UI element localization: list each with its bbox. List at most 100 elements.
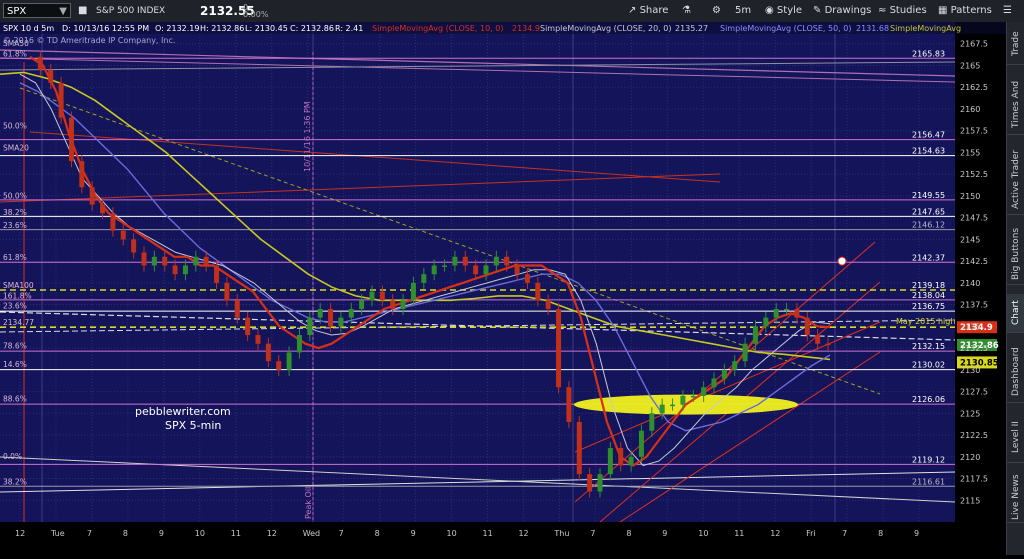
studies-button[interactable]: ≈ Studies [878,3,927,19]
x-tick-label: 12 [267,529,277,538]
price-chart[interactable]: 10/11/16 1:36 PM Peak Oil 2165.83 2156.47 21… [0,22,1006,555]
fib-label: 38.2% [3,208,27,217]
patterns-button[interactable]: ▦ Patterns [938,3,992,19]
candle-body [473,265,479,275]
header-symbol: SPX 10 d 5m [3,24,54,33]
candle-body [400,300,406,309]
settings-icon[interactable]: ⚙ [712,3,721,19]
symbol-input[interactable]: SPX ▼ [3,3,71,18]
candle-body [245,317,251,336]
x-tick-label: 8 [123,529,128,538]
may-2015-high-label: May 2015 high [896,317,955,326]
header-range: R: 2.41 [335,24,363,33]
level-label: 2165.83 [912,49,945,58]
candle-body [359,300,365,309]
x-tick-label: 10 [447,529,457,538]
candle-body [742,343,748,362]
candle-body [784,308,790,311]
change-percent: 0.00% [243,10,269,19]
side-tab-live-news[interactable]: Live News [1007,472,1024,523]
fib-label: 88.6% [3,395,27,404]
marker-dot [837,256,847,266]
sma20-legend: SimpleMovingAvg (CLOSE, 20, 0) [540,24,671,33]
side-tab-chart[interactable]: Chart [1007,294,1024,333]
candle-body [442,265,448,267]
share-button[interactable]: ↗ Share [628,3,668,19]
candle-body [307,317,313,336]
side-tab-dashboard[interactable]: Dashboard [1007,342,1024,403]
candle-body [659,404,665,414]
fib-label: 50.0% [3,122,27,131]
sma100-legend: SimpleMovingAvg [890,24,961,33]
fib-label: 23.6% [3,221,27,230]
candle-body [794,308,800,318]
candle-body [286,352,292,370]
candle-body [670,404,676,407]
x-tick-label: 8 [878,529,883,538]
side-tab-times-and-sales[interactable]: Times And Sales [1007,74,1024,135]
x-tick-label: Thu [553,529,569,538]
drawings-icon: ✎ [813,5,822,16]
date-marker-label: 10/11/16 1:36 PM [303,101,312,172]
level-label: 2142.37 [912,253,945,262]
drawings-button[interactable]: ✎ Drawings [813,3,871,19]
header-low: L: 2130.45 [245,24,288,33]
candle-body [680,395,686,405]
y-tick-label: 2142.5 [960,257,988,266]
candle-body [649,413,655,431]
search-icon[interactable]: ▼ [59,4,67,19]
level-label: 2132.15 [912,342,945,351]
sma10-legend-value: 2134.9 [512,24,540,33]
x-tick-label: 9 [914,529,919,538]
x-tick-label: 9 [159,529,164,538]
y-tick-label: 2167.5 [960,40,988,49]
candle-body [524,274,530,283]
candle-body [131,239,137,253]
candle-body [576,422,582,475]
side-tab-active-trader[interactable]: Active Trader [1007,144,1024,215]
header-close: C: 2132.86 [290,24,334,33]
y-tick-label: 2127.5 [960,388,988,397]
y-tick-label: 2120 [960,453,980,462]
y-tick-label: 2162.5 [960,83,988,92]
candle-body [151,256,157,266]
interval-button[interactable]: 5m [735,3,751,19]
drawings-label: Drawings [824,5,872,16]
candle-body [379,291,385,301]
candle-body [452,256,458,266]
x-tick-label: 9 [662,529,667,538]
side-tab-trade[interactable]: Trade [1007,24,1024,65]
sma10-legend: SimpleMovingAvg (CLOSE, 10, 0) [372,24,503,33]
share-icon: ↗ [628,5,637,16]
candle-body [172,265,178,275]
candle-body [514,265,520,275]
level-label: 2119.12 [912,455,945,464]
share-label: Share [639,5,669,16]
y-tick-label: 2140 [960,279,980,288]
candle-body [48,69,54,83]
menu-icon[interactable]: ☰ [1003,3,1012,19]
symbol-value: SPX [7,6,27,17]
x-tick-label: 10 [698,529,708,538]
side-tab-level-ii[interactable]: Level II [1007,412,1024,463]
x-tick-label: 7 [842,529,847,538]
candle-body [721,369,727,379]
watermark-site: pebblewriter.com [135,405,231,418]
candle-body [545,300,551,309]
fib-label: 2134.77 [3,318,34,327]
x-tick-label: 7 [339,529,344,538]
copyright-label: © 2016 © TD Ameritrade IP Company, Inc. [3,36,175,45]
peak-oil-label: Peak Oil [304,487,313,519]
flask-icon[interactable]: ⚗ [682,3,691,19]
x-tick-label: 12 [770,529,780,538]
candle-body [255,335,261,344]
candle-body [804,317,810,336]
level-label: 2136.75 [912,302,945,311]
chart-area[interactable]: 10/11/16 1:36 PM Peak Oil 2165.83 2156.47 21… [0,22,1024,555]
x-tick-label: 7 [87,529,92,538]
side-tab-big-buttons[interactable]: Big Buttons [1007,224,1024,285]
candle-body [234,300,240,318]
plus-icon[interactable]: ■ [78,3,87,19]
patterns-icon: ▦ [938,5,948,16]
candle-body [348,308,354,318]
